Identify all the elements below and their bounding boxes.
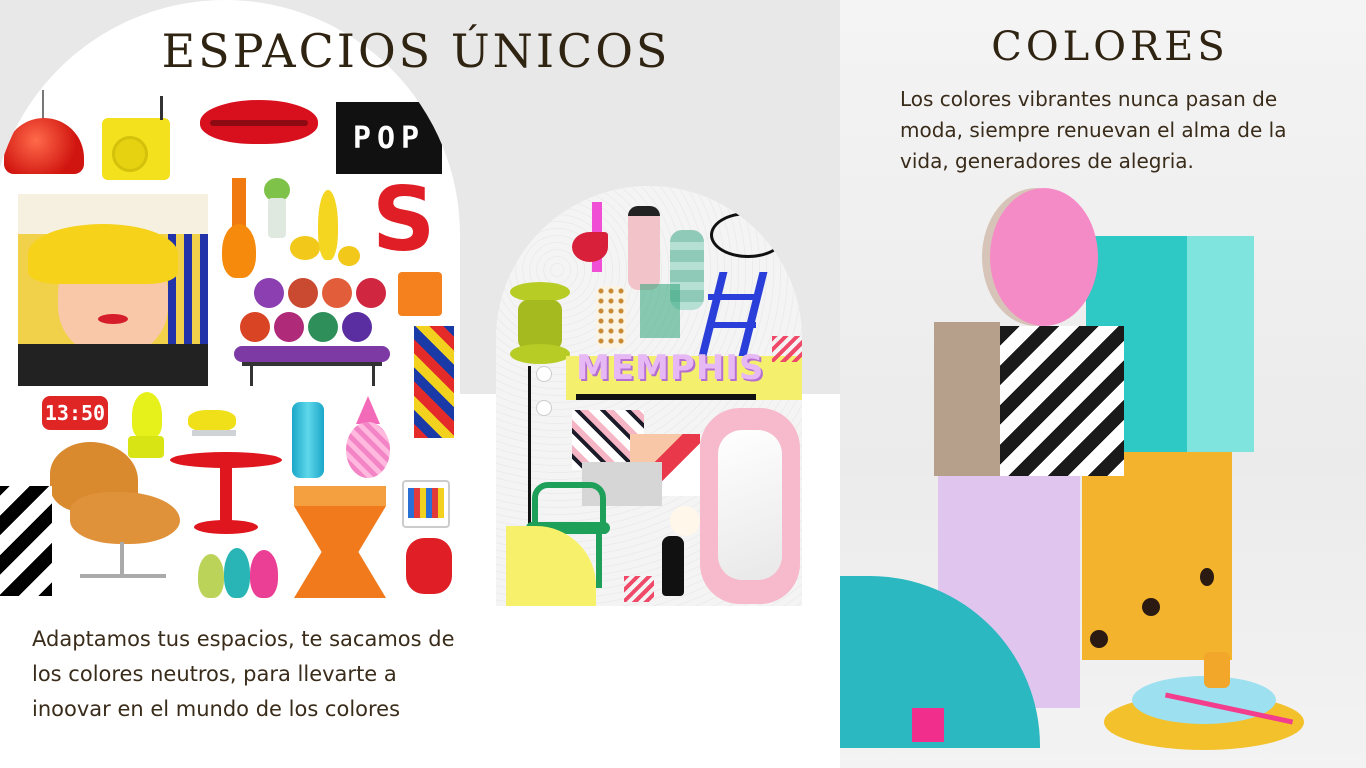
yellow-vases xyxy=(290,190,360,272)
yellow-block xyxy=(1082,448,1232,660)
comic-strip-right xyxy=(414,326,454,438)
stacked-discs xyxy=(1104,652,1304,764)
comic-woman-artwork xyxy=(18,194,208,386)
red-anthurium xyxy=(572,232,608,262)
pink-pineapple-lamp xyxy=(342,396,394,480)
red-letter-s: S xyxy=(372,168,436,271)
memphis-title: MEMPHIS xyxy=(576,348,765,388)
marshmallow-sofa xyxy=(234,278,394,390)
pop-art-collage: POP S 13:50 xyxy=(0,0,460,600)
pink-zigzag xyxy=(772,336,802,362)
memphis-underline xyxy=(576,394,756,400)
pink-vase xyxy=(628,206,660,290)
pop-art-edge-panel xyxy=(0,486,52,596)
black-ring-lamp xyxy=(710,212,786,258)
pop-mug xyxy=(402,480,450,528)
orange-side-table xyxy=(294,486,386,598)
clock-display: 13:50 xyxy=(44,401,106,425)
yellow-radio xyxy=(102,96,170,180)
pop-sign-text: POP xyxy=(352,120,426,156)
red-digital-clock: 13:50 xyxy=(42,396,108,430)
dotted-white-vase xyxy=(596,286,626,348)
pop-sign: POP xyxy=(336,102,442,174)
yellow-rhino-figure xyxy=(188,404,240,438)
pink-stripes xyxy=(624,576,654,602)
blue-glass-vase xyxy=(292,402,324,478)
pink-disc xyxy=(990,188,1098,326)
pink-wavy-mirror xyxy=(700,408,800,604)
right-description: Los colores vibrantes nunca pasan de mod… xyxy=(900,87,1287,173)
memphis-collage: MEMPHIS xyxy=(496,186,802,606)
lips-sofa xyxy=(200,100,318,158)
red-cushion xyxy=(406,538,452,594)
green-square-vase xyxy=(640,284,680,338)
orange-box xyxy=(398,272,442,316)
striped-cube xyxy=(934,322,1124,476)
green-plant-vase xyxy=(262,178,292,238)
red-pendant-lamp xyxy=(4,90,84,180)
page-title-left: ESPACIOS ÚNICOS xyxy=(161,24,671,78)
page-title-right: COLORES xyxy=(991,24,1229,70)
colored-glass-bottles xyxy=(198,540,282,600)
pink-cube-small xyxy=(912,708,944,742)
left-description: Adaptamos tus espacios, te sacamos de lo… xyxy=(32,627,455,721)
lime-stool xyxy=(510,282,570,366)
black-table-lamp xyxy=(656,506,700,598)
orange-vase xyxy=(222,178,256,278)
orange-swan-chair xyxy=(50,442,190,592)
